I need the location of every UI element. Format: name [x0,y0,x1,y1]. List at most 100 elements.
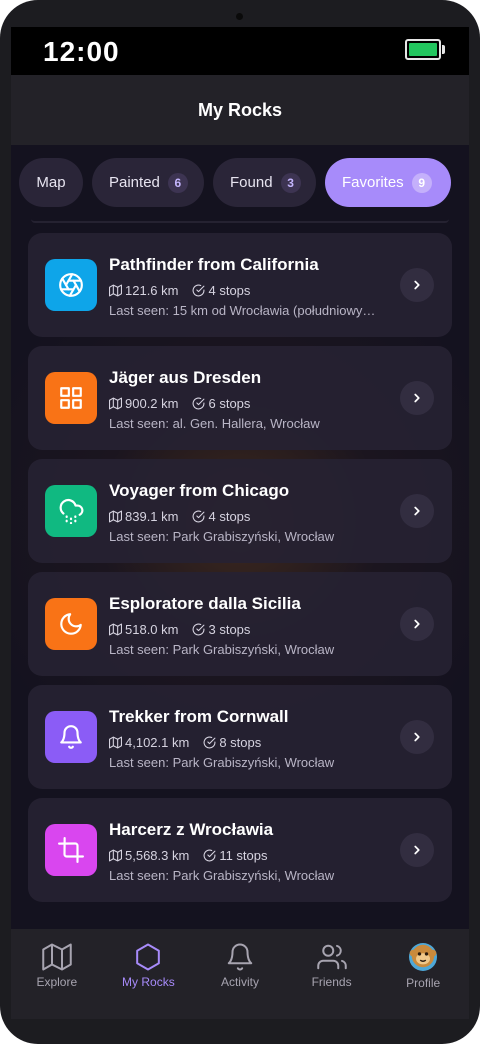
rock-stops: 11 stops [219,848,268,863]
rock-name: Jäger aus Dresden [109,368,262,387]
rock-card[interactable]: Harcerz z Wrocławia 5,568.3 km 11 stops … [28,798,452,902]
chevron-right-icon [414,845,420,855]
tab-favorites[interactable]: Favorites 9 [325,158,451,207]
map-icon [109,736,122,749]
open-rock-button[interactable] [400,833,434,867]
crop-icon [45,824,97,876]
battery-icon [405,39,441,60]
nav-label: My Rocks [122,975,175,989]
rock-last-seen: Last seen: Park Grabiszyński, Wrocław [109,868,335,883]
nav-explore[interactable]: Explore [11,929,103,1019]
nav-label: Explore [36,975,78,989]
tab-found[interactable]: Found 3 [213,158,316,207]
chevron-right-icon [414,393,420,403]
nav-profile[interactable]: Profile [377,929,469,1019]
rock-meta: 4,102.1 km 8 stops [109,735,275,750]
rock-name: Pathfinder from California [109,255,319,274]
bell-icon [45,711,97,763]
rock-distance: 839.1 km [125,509,179,524]
filter-tabs: Map Painted 6 Found 3 Favorites 9 [19,158,451,207]
check-circle-icon [193,510,205,523]
nav-label: Activity [220,975,259,989]
nav-my-rocks[interactable]: My Rocks [103,929,195,1019]
nav-label: Profile [406,976,441,990]
rock-meta: 518.0 km 3 stops [109,622,264,637]
grid-icon [45,372,97,424]
rock-distance: 900.2 km [125,396,179,411]
moon-icon [45,598,97,650]
check-circle-icon [193,397,205,410]
map-icon [109,510,122,523]
check-circle-icon [203,849,216,862]
rock-stops: 3 stops [208,622,251,637]
status-time: 12:00 [43,36,120,67]
tab-label: Favorites [342,174,404,191]
check-circle-icon [193,623,205,636]
rock-list[interactable]: Pathfinder from California 121.6 km 4 st… [28,233,452,911]
page-title: My Rocks [197,99,283,120]
tab-label: Found [230,174,273,191]
rock-last-seen: Last seen: 15 km od Wrocławia (południow… [109,303,376,318]
chevron-right-icon [414,506,420,516]
rock-stops: 6 stops [208,396,251,411]
rock-stops: 4 stops [208,283,251,298]
phone-frame: 12:00 My Rocks Map Painted 6 Found 3 Fav… [0,0,480,1044]
front-camera [236,13,243,20]
battery-tip [442,45,445,54]
rock-card[interactable]: Pathfinder from California 121.6 km 4 st… [28,233,452,337]
screen: 12:00 My Rocks Map Painted 6 Found 3 Fav… [11,27,469,1019]
map-icon [109,623,122,636]
chevron-right-icon [414,619,420,629]
rock-card[interactable]: Jäger aus Dresden 900.2 km 6 stops Last … [28,346,452,450]
rock-distance: 518.0 km [125,622,179,637]
bottom-nav: Explore My Rocks Activity Friends Profil… [11,929,469,1019]
rock-meta: 121.6 km 4 stops [109,283,264,298]
nav-friends[interactable]: Friends [286,929,378,1019]
check-circle-icon [203,736,216,749]
rock-last-seen: Last seen: al. Gen. Hallera, Wrocław [109,416,320,431]
chevron-right-icon [414,280,420,290]
tab-label: Painted [109,174,160,191]
map-icon [109,849,122,862]
bell-icon [227,943,253,971]
open-rock-button[interactable] [400,268,434,302]
open-rock-button[interactable] [400,381,434,415]
rock-distance: 121.6 km [125,283,179,298]
tab-map[interactable]: Map [19,158,83,207]
rock-name: Voyager from Chicago [109,481,290,500]
open-rock-button[interactable] [400,720,434,754]
status-bar: 12:00 [11,27,469,75]
open-rock-button[interactable] [400,607,434,641]
rock-card[interactable]: Voyager from Chicago 839.1 km 4 stops La… [28,459,452,563]
scroll-edge [31,219,449,223]
tab-label: Map [36,174,66,191]
check-circle-icon [193,284,205,297]
nav-activity[interactable]: Activity [194,929,286,1019]
cloud-drizzle-icon [45,485,97,537]
rock-name: Trekker from Cornwall [109,707,289,726]
rock-stops: 4 stops [208,509,251,524]
tab-count-badge: 3 [280,172,301,193]
rock-last-seen: Last seen: Park Grabiszyński, Wrocław [109,529,335,544]
rock-card[interactable]: Esploratore dalla Sicilia 518.0 km 3 sto… [28,572,452,676]
rock-meta: 900.2 km 6 stops [109,396,264,411]
tab-painted[interactable]: Painted 6 [92,158,204,207]
rock-distance: 4,102.1 km [125,735,190,750]
open-rock-button[interactable] [400,494,434,528]
rock-last-seen: Last seen: Park Grabiszyński, Wrocław [109,755,335,770]
map-icon [109,397,122,410]
nav-label: Friends [311,975,352,989]
rock-name: Esploratore dalla Sicilia [109,594,301,613]
rock-meta: 839.1 km 4 stops [109,509,264,524]
aperture-icon [45,259,97,311]
main-content: Map Painted 6 Found 3 Favorites 9 Pathfi… [11,145,469,929]
map-icon [42,943,72,971]
hexagon-icon [136,943,161,971]
rock-stops: 8 stops [219,735,262,750]
rock-name: Harcerz z Wrocławia [109,820,274,839]
map-icon [109,284,122,297]
rock-card[interactable]: Trekker from Cornwall 4,102.1 km 8 stops… [28,685,452,789]
app-header: My Rocks [11,75,469,145]
tab-count-badge: 9 [411,172,432,193]
rock-last-seen: Last seen: Park Grabiszyński, Wrocław [109,642,335,657]
